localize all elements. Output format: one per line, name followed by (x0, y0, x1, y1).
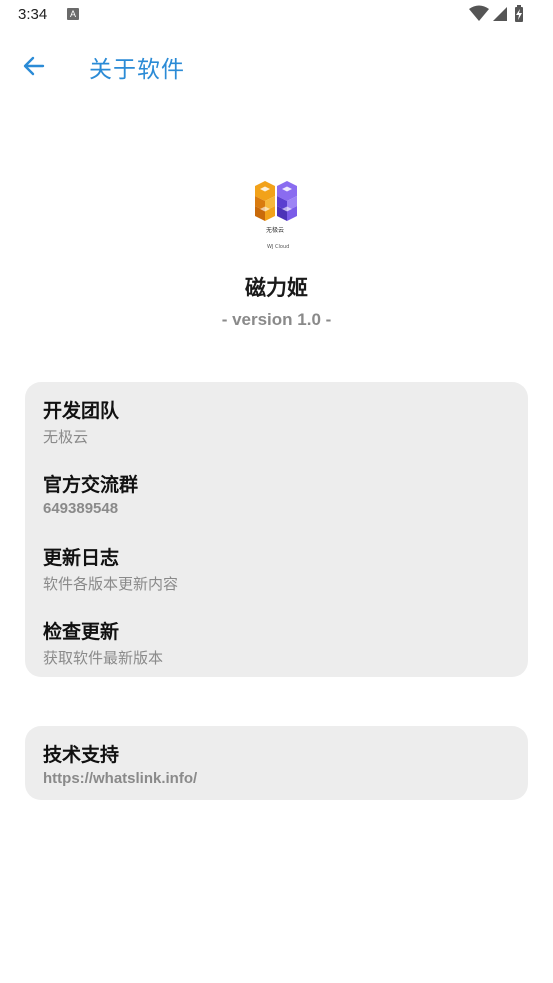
item-title: 更新日志 (43, 547, 120, 569)
item-title: 官方交流群 (43, 474, 139, 496)
app-logo: 无极云 WJ Cloud (246, 180, 306, 256)
item-subtitle: 无极云 (43, 428, 89, 446)
status-icons (469, 5, 539, 23)
battery-charging-icon (515, 5, 523, 22)
item-subtitle: 软件各版本更新内容 (43, 575, 179, 593)
app-bar: 关于软件 (0, 30, 553, 100)
list-item-tech-support[interactable]: 技术支持 https://whatslink.info/ (43, 740, 513, 804)
app-version: - version 1.0 - (221, 310, 332, 329)
logo-text-cn: 无极云 (266, 227, 285, 234)
logo-text-en: WJ Cloud (267, 244, 290, 250)
support-card: 技术支持 https://whatslink.info/ (25, 726, 528, 800)
item-subtitle: 649389548 (43, 500, 119, 517)
notification-a-icon: A (67, 8, 79, 20)
item-title: 检查更新 (43, 621, 120, 643)
list-item-check-update[interactable]: 检查更新 获取软件最新版本 (43, 617, 513, 681)
item-title: 开发团队 (43, 400, 120, 422)
list-item-official-group[interactable]: 官方交流群 649389548 (43, 470, 513, 534)
item-title: 技术支持 (43, 744, 120, 766)
info-card: 开发团队 无极云 官方交流群 649389548 更新日志 软件各版本更新内容 … (25, 382, 528, 677)
list-item-changelog[interactable]: 更新日志 软件各版本更新内容 (43, 543, 513, 607)
page-title: 关于软件 (89, 57, 185, 83)
status-bar: 3:34 A (0, 0, 553, 30)
arrow-left-icon (23, 56, 45, 76)
signal-icon (493, 7, 507, 21)
status-time: 3:34 (18, 6, 48, 23)
back-button[interactable] (18, 50, 50, 82)
item-subtitle: https://whatslink.info/ (43, 770, 198, 787)
logo-mark-icon (255, 181, 297, 221)
item-subtitle: 获取软件最新版本 (43, 649, 164, 667)
wifi-icon (469, 5, 489, 21)
list-item-dev-team[interactable]: 开发团队 无极云 (43, 396, 513, 460)
app-name: 磁力姬 (245, 276, 308, 300)
